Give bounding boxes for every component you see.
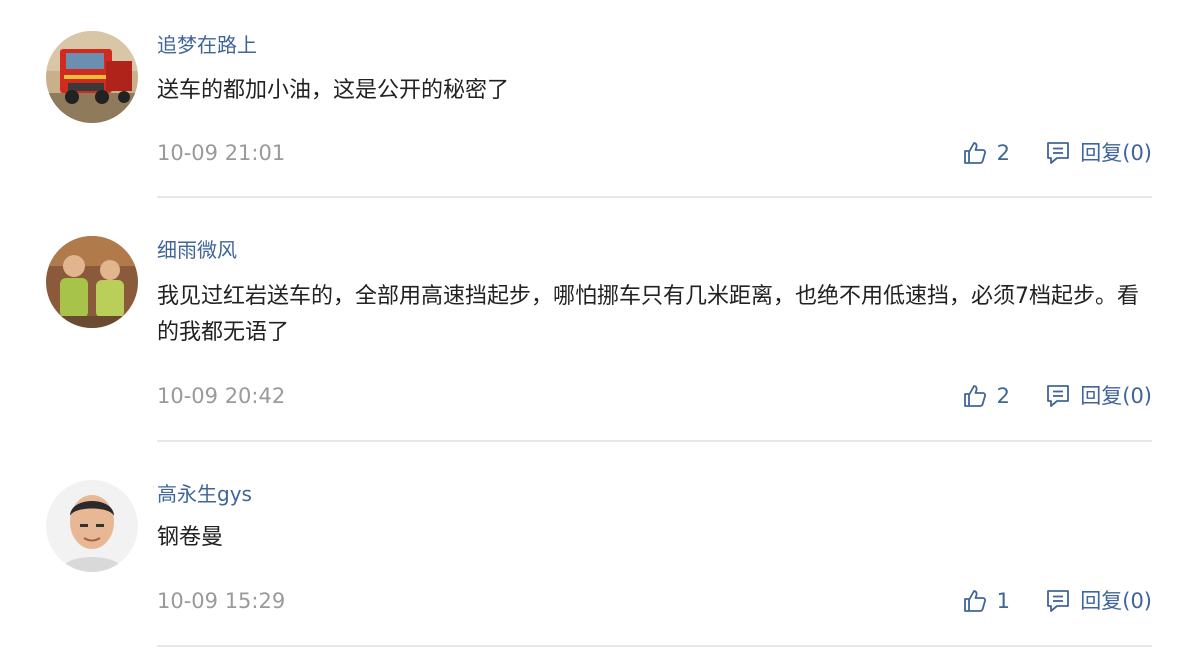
reply-label: 回复(0) bbox=[1080, 384, 1152, 408]
two-children-avatar-image bbox=[46, 236, 138, 328]
avatar[interactable] bbox=[46, 480, 138, 572]
like-button[interactable]: 2 bbox=[962, 138, 1010, 168]
reply-label: 回复(0) bbox=[1080, 141, 1152, 165]
like-count: 2 bbox=[996, 141, 1010, 165]
reply-button[interactable]: 回复(0) bbox=[1045, 381, 1152, 411]
like-button[interactable]: 1 bbox=[962, 586, 1010, 616]
avatar[interactable] bbox=[46, 236, 138, 328]
comment-list: 追梦在路上 送车的都加小油，这是公开的秘密了 10-09 21:01 2 回复(… bbox=[0, 0, 1200, 662]
comment-meta: 10-09 15:29 1 回复(0) bbox=[157, 586, 1152, 616]
thumbs-up-icon bbox=[962, 140, 988, 166]
username[interactable]: 细雨微风 bbox=[157, 237, 237, 263]
red-truck-avatar-image bbox=[46, 31, 138, 123]
comment-meta: 10-09 21:01 2 回复(0) bbox=[157, 138, 1152, 168]
man-portrait-avatar-image bbox=[46, 480, 138, 572]
reply-button[interactable]: 回复(0) bbox=[1045, 138, 1152, 168]
comment-text: 送车的都加小油，这是公开的秘密了 bbox=[157, 78, 510, 103]
thumbs-up-icon bbox=[962, 383, 988, 409]
reply-comment-icon bbox=[1045, 140, 1071, 166]
like-button[interactable]: 2 bbox=[962, 381, 1010, 411]
comment-meta: 10-09 20:42 2 回复(0) bbox=[157, 381, 1152, 411]
like-count: 2 bbox=[996, 384, 1010, 408]
like-count: 1 bbox=[996, 589, 1010, 613]
comment-text: 钢卷曼 bbox=[157, 525, 224, 550]
avatar[interactable] bbox=[46, 31, 138, 123]
username[interactable]: 追梦在路上 bbox=[157, 32, 257, 58]
reply-button[interactable]: 回复(0) bbox=[1045, 586, 1152, 616]
username[interactable]: 高永生gys bbox=[157, 481, 252, 507]
timestamp: 10-09 21:01 bbox=[157, 141, 286, 165]
comment-divider bbox=[157, 645, 1152, 647]
reply-comment-icon bbox=[1045, 588, 1071, 614]
timestamp: 10-09 15:29 bbox=[157, 589, 286, 613]
comment-divider bbox=[157, 440, 1152, 442]
comment-text: 我见过红岩送车的，全部用高速挡起步，哪怕挪车只有几米距离，也绝不用低速挡，必须7… bbox=[157, 284, 1140, 345]
comment-divider bbox=[157, 196, 1152, 198]
timestamp: 10-09 20:42 bbox=[157, 384, 286, 408]
reply-label: 回复(0) bbox=[1080, 589, 1152, 613]
thumbs-up-icon bbox=[962, 588, 988, 614]
reply-comment-icon bbox=[1045, 383, 1071, 409]
